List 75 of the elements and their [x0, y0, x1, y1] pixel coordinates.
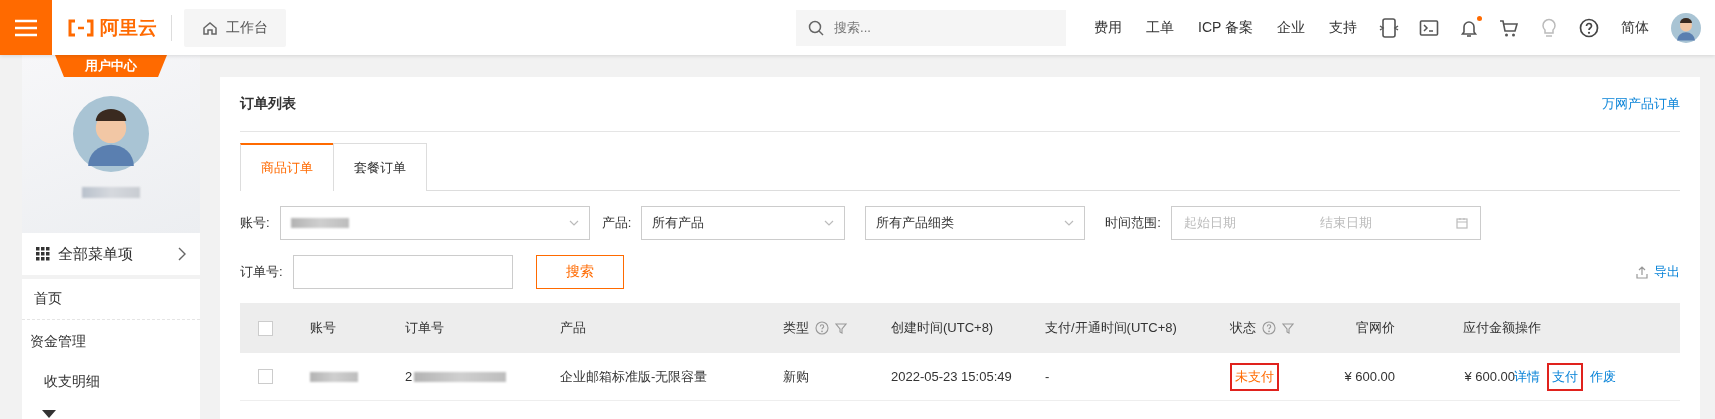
chevron-down-icon	[568, 220, 579, 226]
status-text: 未支付	[1230, 362, 1279, 391]
all-menu-item[interactable]: 全部菜单项	[22, 233, 200, 279]
column-header: 支付/开通时间(UTC+8)	[1045, 319, 1177, 337]
help-icon[interactable]	[1579, 17, 1599, 38]
chevron-down-icon	[824, 220, 835, 226]
table-cell: 新购	[783, 367, 809, 386]
workbench-button[interactable]: 工作台	[184, 8, 286, 47]
select-value: 所有产品细类	[876, 214, 955, 232]
column-header: 应付金额	[1463, 319, 1515, 337]
redacted-text	[290, 218, 349, 228]
sidebar-item[interactable]: 收支明细	[22, 364, 200, 400]
field-label: 账号:	[240, 214, 270, 232]
order-number-field[interactable]	[292, 255, 513, 289]
column-header: 类型	[783, 319, 809, 337]
menu-icon	[15, 18, 37, 37]
field-label: 产品:	[601, 214, 632, 232]
column-header: 产品	[560, 319, 586, 337]
menu-label: 全部菜单项	[58, 244, 134, 264]
domain-orders-link[interactable]: 万网产品订单	[1602, 95, 1680, 113]
nav-link[interactable]: 支持	[1317, 18, 1369, 37]
column-header: 状态	[1230, 319, 1256, 337]
filter-icon[interactable]	[835, 322, 847, 334]
product-select[interactable]: 所有产品	[641, 206, 846, 240]
menu-button[interactable]	[0, 0, 52, 55]
filter-icon[interactable]	[1282, 322, 1294, 334]
field-label: 订单号:	[240, 263, 283, 281]
export-link[interactable]: 导出	[1654, 263, 1680, 281]
lightbulb-icon[interactable]	[1539, 17, 1559, 38]
search-field[interactable]: 搜索...	[796, 9, 1066, 46]
table-cell: 企业邮箱标准版-无限容量	[560, 367, 708, 386]
sidebar-group[interactable]: 资金管理	[22, 320, 200, 364]
subcategory-select[interactable]: 所有产品细类	[865, 206, 1086, 240]
language-link[interactable]: 简体	[1609, 18, 1661, 37]
table-cell: 2	[405, 369, 413, 384]
sidebar-banner: 用户中心	[55, 55, 167, 77]
home-icon	[202, 19, 218, 36]
action-link[interactable]: 作废	[1585, 362, 1621, 391]
table-cell: -	[1045, 369, 1050, 384]
grid-icon	[36, 247, 50, 261]
calendar-icon	[1455, 217, 1468, 229]
table-cell: ¥ 600.00	[1344, 369, 1395, 384]
caret-down-icon	[42, 410, 56, 418]
redacted-text	[310, 371, 358, 382]
nav-link[interactable]: 企业	[1265, 18, 1317, 37]
sidebar-item[interactable]: 首页	[22, 279, 200, 320]
terminal-icon[interactable]	[1419, 17, 1439, 38]
table-cell: ¥ 600.00	[1464, 369, 1515, 384]
panel-title: 订单列表	[240, 95, 296, 113]
nav-link[interactable]: 费用	[1082, 18, 1134, 37]
chevron-right-icon	[178, 247, 186, 261]
search-icon	[808, 19, 824, 36]
action-link[interactable]: 支付	[1547, 362, 1583, 391]
brand-name: 阿里云	[100, 15, 157, 40]
checkbox[interactable]	[258, 369, 273, 384]
chevron-down-icon	[1064, 220, 1075, 226]
order-tab[interactable]: 套餐订单	[333, 143, 427, 191]
table-cell: 2022-05-23 15:05:49	[891, 369, 1012, 384]
checkbox[interactable]	[258, 320, 273, 336]
field-label: 时间范围:	[1105, 214, 1161, 232]
column-header: 订单号	[405, 319, 444, 337]
column-header: 操作	[1515, 319, 1541, 337]
app-icon[interactable]	[1379, 17, 1399, 38]
nav-link[interactable]: 工单	[1134, 18, 1186, 37]
column-header: 官网价	[1356, 319, 1395, 337]
logo-icon	[68, 18, 94, 37]
upload-icon[interactable]	[1636, 265, 1648, 279]
account-select[interactable]	[279, 206, 590, 240]
column-header: 账号	[310, 319, 336, 337]
nav-link[interactable]: ICP 备案	[1186, 18, 1265, 37]
cart-icon[interactable]	[1499, 17, 1519, 38]
select-value: 所有产品	[652, 214, 705, 232]
user-avatar[interactable]	[1671, 12, 1701, 43]
redacted-text	[82, 187, 140, 198]
column-header: 创建时间(UTC+8)	[891, 319, 994, 337]
